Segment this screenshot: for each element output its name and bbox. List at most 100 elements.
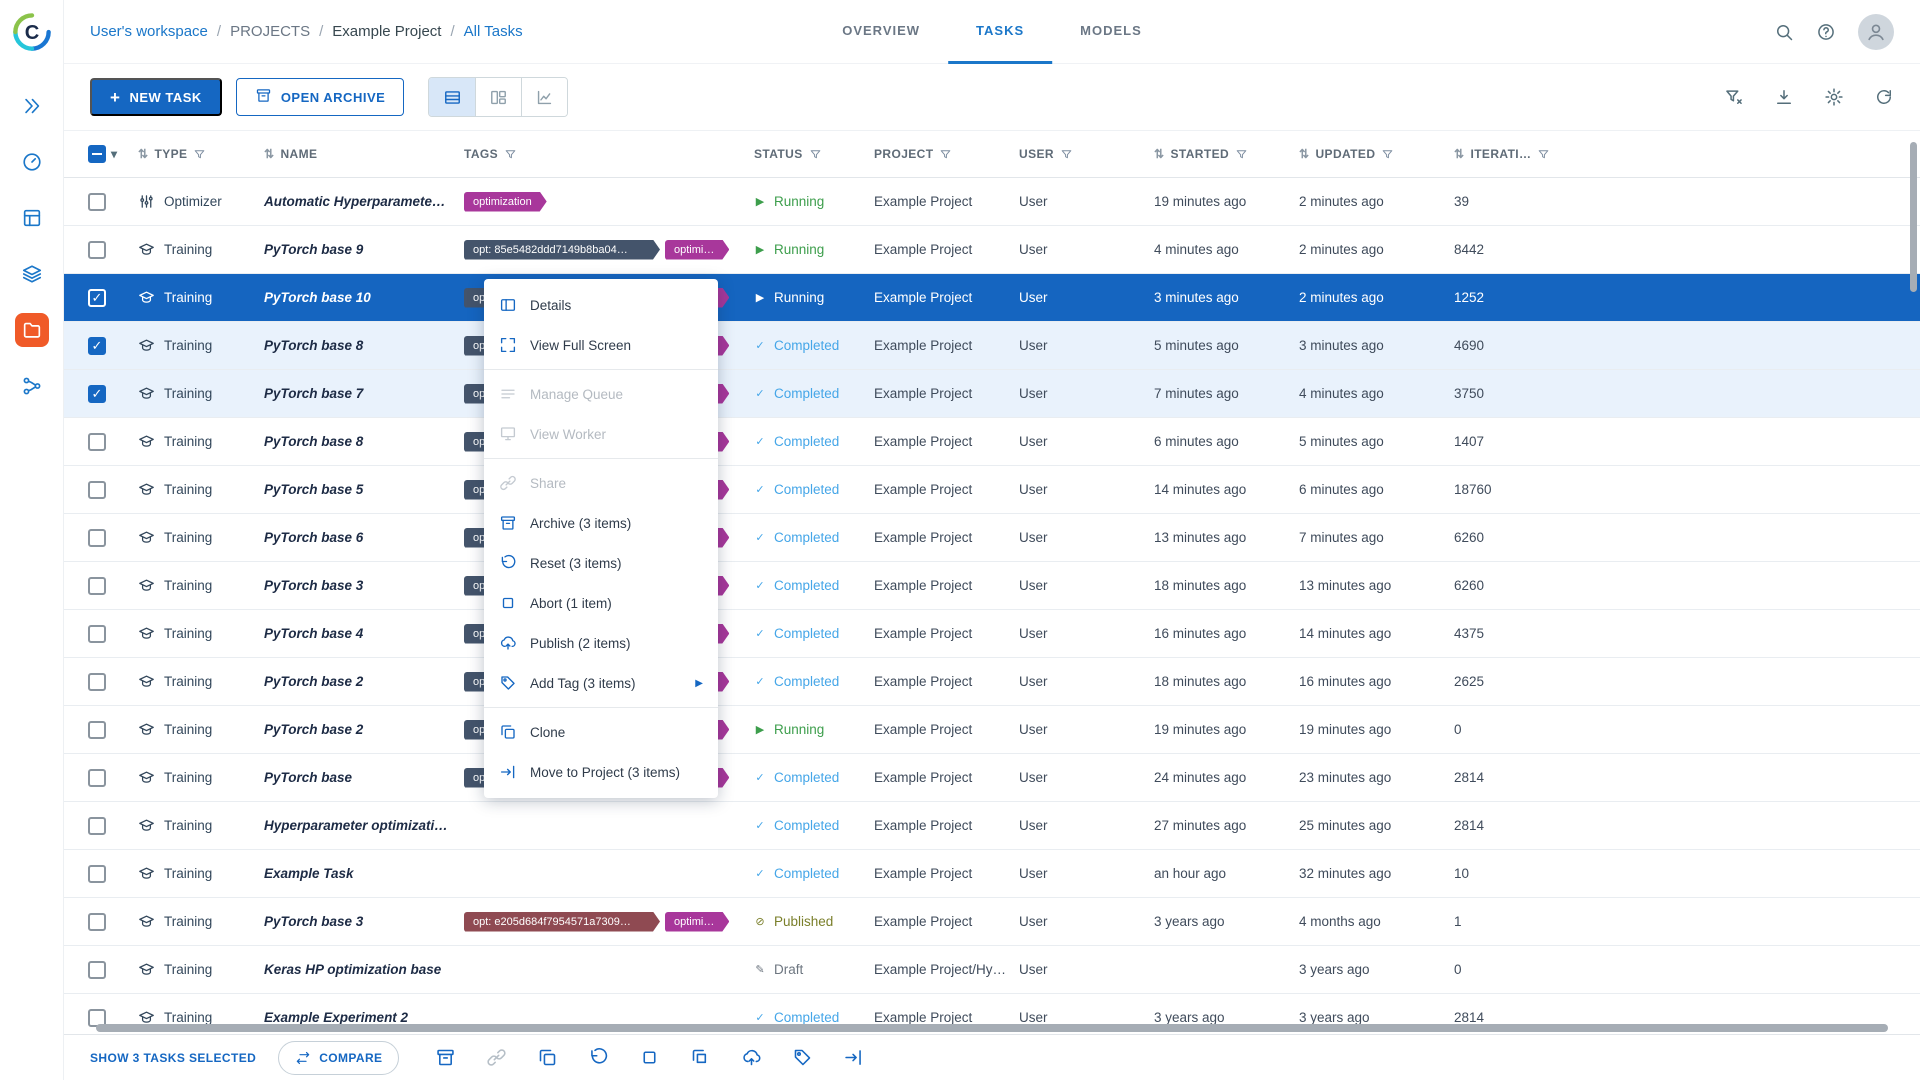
menu-item-archive[interactable]: Archive (3 items)	[484, 503, 718, 543]
table-row[interactable]: ✓TrainingPyTorch base 8opt: …optimi…✓Com…	[64, 322, 1920, 370]
view-cards-button[interactable]	[475, 78, 522, 116]
sidebar-item-dashboard[interactable]	[10, 140, 54, 184]
sort-icon[interactable]: ⇅	[264, 147, 274, 161]
column-header-updated[interactable]: ⇅ UPDATED	[1289, 147, 1444, 161]
table-row[interactable]: TrainingPyTorch base 6opt: …optimi…✓Comp…	[64, 514, 1920, 562]
row-checkbox[interactable]	[88, 528, 106, 547]
column-filter-icon[interactable]	[1235, 148, 1248, 161]
table-row[interactable]: TrainingPyTorch base 3opt: …optimi…✓Comp…	[64, 562, 1920, 610]
open-archive-button[interactable]: OPEN ARCHIVE	[235, 78, 405, 116]
archive-action-icon[interactable]	[435, 1047, 456, 1068]
sidebar-item-reports[interactable]	[10, 196, 54, 240]
abortall-action-icon[interactable]	[690, 1047, 711, 1068]
column-header-user[interactable]: USER	[1009, 147, 1144, 161]
menu-item-details[interactable]: Details	[484, 285, 718, 325]
user-avatar[interactable]	[1858, 13, 1894, 50]
sidebar-item-projects[interactable]	[10, 308, 54, 352]
menu-item-fullscreen[interactable]: View Full Screen	[484, 325, 718, 365]
select-menu-caret-icon[interactable]: ▾	[111, 147, 117, 161]
column-header-iterati[interactable]: ⇅ ITERATI…	[1444, 147, 1599, 161]
column-filter-icon[interactable]	[1060, 148, 1073, 161]
row-checkbox[interactable]	[88, 768, 106, 787]
tag-action-icon[interactable]	[792, 1047, 813, 1068]
tab-models[interactable]: MODELS	[1052, 0, 1170, 64]
table-row[interactable]: Training Keras HP optimization base ✎ Draft…	[64, 946, 1920, 994]
sort-icon[interactable]: ⇅	[1299, 147, 1309, 161]
column-header-started[interactable]: ⇅ STARTED	[1144, 147, 1289, 161]
row-checkbox[interactable]	[88, 432, 106, 451]
show-selected-link[interactable]: SHOW 3 TASKS SELECTED	[90, 1051, 256, 1065]
table-row[interactable]: Training PyTorch base 3 opt: e205d684f7954…	[64, 898, 1920, 946]
column-filter-icon[interactable]	[193, 148, 206, 161]
table-row[interactable]: TrainingPyTorch base 5opt: …optimi…✓Comp…	[64, 466, 1920, 514]
column-filter-icon[interactable]	[1537, 148, 1550, 161]
column-filter-icon[interactable]	[939, 148, 952, 161]
row-checkbox[interactable]	[88, 960, 106, 979]
table-row[interactable]: TrainingPyTorch base 2opt: …optimi…✓Comp…	[64, 658, 1920, 706]
select-all-checkbox[interactable]	[88, 145, 106, 163]
download-icon[interactable]	[1774, 87, 1794, 107]
table-row[interactable]: ✓TrainingPyTorch base 10opt: …optimi…▶Ru…	[64, 274, 1920, 322]
search-icon[interactable]	[1774, 22, 1794, 42]
compare-button[interactable]: COMPARE	[278, 1040, 400, 1075]
row-checkbox[interactable]: ✓	[88, 288, 106, 307]
menu-item-abort[interactable]: Abort (1 item)	[484, 583, 718, 623]
row-checkbox[interactable]	[88, 816, 106, 835]
column-filter-icon[interactable]	[504, 148, 517, 161]
table-row[interactable]: Training PyTorch base 9 opt: 85e5482ddd714…	[64, 226, 1920, 274]
help-icon[interactable]	[1816, 22, 1836, 42]
sort-icon[interactable]: ⇅	[1454, 147, 1464, 161]
column-filter-icon[interactable]	[1381, 148, 1394, 161]
table-row[interactable]: TrainingPyTorch base 2opt: …optimi…▶Runn…	[64, 706, 1920, 754]
column-header-project[interactable]: PROJECT	[864, 147, 1009, 161]
horizontal-scrollbar[interactable]	[78, 1024, 1906, 1032]
column-header-name[interactable]: ⇅ NAME	[254, 147, 454, 161]
row-checkbox[interactable]	[88, 624, 106, 643]
table-row[interactable]: Training Hyperparameter optimizati… ✓ Compl…	[64, 802, 1920, 850]
column-header-type[interactable]: ⇅ TYPE	[128, 147, 254, 161]
auto-refresh-icon[interactable]	[1874, 87, 1894, 107]
tab-tasks[interactable]: TASKS	[948, 0, 1053, 64]
menu-item-tag[interactable]: Add Tag (3 items) ▶	[484, 663, 718, 703]
view-chart-button[interactable]	[521, 78, 568, 116]
table-row[interactable]: TrainingPyTorch baseopt: …optimi…✓Comple…	[64, 754, 1920, 802]
settings-icon[interactable]	[1824, 87, 1844, 107]
sort-icon[interactable]: ⇅	[1154, 147, 1164, 161]
clearml-logo[interactable]: C	[0, 0, 64, 64]
row-checkbox[interactable]	[88, 672, 106, 691]
filter-icon[interactable]	[1724, 87, 1744, 107]
row-checkbox[interactable]	[88, 240, 106, 259]
sidebar-item-pipelines[interactable]	[10, 364, 54, 408]
vertical-scroll-thumb[interactable]	[1910, 142, 1917, 292]
reset-action-icon[interactable]	[588, 1047, 609, 1068]
clone-action-icon[interactable]	[537, 1047, 558, 1068]
breadcrumb-item[interactable]: User's workspace	[90, 23, 208, 40]
menu-item-clone[interactable]: Clone	[484, 712, 718, 752]
table-row[interactable]: Training Example Task ✓ Completed Example Pr…	[64, 850, 1920, 898]
column-header-tags[interactable]: TAGS	[454, 147, 744, 161]
column-header-status[interactable]: STATUS	[744, 147, 864, 161]
tab-overview[interactable]: OVERVIEW	[814, 0, 948, 64]
menu-item-move[interactable]: Move to Project (3 items)	[484, 752, 718, 792]
sort-icon[interactable]: ⇅	[138, 147, 148, 161]
view-table-button[interactable]	[429, 78, 476, 116]
menu-item-publish[interactable]: Publish (2 items)	[484, 623, 718, 663]
new-task-button[interactable]: + NEW TASK	[90, 78, 222, 116]
row-checkbox[interactable]	[88, 912, 106, 931]
column-filter-icon[interactable]	[809, 148, 822, 161]
row-checkbox[interactable]	[88, 864, 106, 883]
publish-action-icon[interactable]	[741, 1047, 762, 1068]
horizontal-scroll-thumb[interactable]	[96, 1024, 1888, 1032]
sidebar-item-expand[interactable]	[10, 84, 54, 128]
move-action-icon[interactable]	[843, 1047, 864, 1068]
menu-item-reset[interactable]: Reset (3 items)	[484, 543, 718, 583]
abort-action-icon[interactable]	[639, 1047, 660, 1068]
table-row[interactable]: TrainingPyTorch base 8opt: …optimi…✓Comp…	[64, 418, 1920, 466]
row-checkbox[interactable]	[88, 480, 106, 499]
table-row[interactable]: TrainingPyTorch base 4opt: …optimi…✓Comp…	[64, 610, 1920, 658]
row-checkbox[interactable]	[88, 576, 106, 595]
row-checkbox[interactable]: ✓	[88, 336, 106, 355]
table-row[interactable]: ✓TrainingPyTorch base 7opt: …optimi…✓Com…	[64, 370, 1920, 418]
row-checkbox[interactable]	[88, 192, 106, 211]
row-checkbox[interactable]	[88, 720, 106, 739]
